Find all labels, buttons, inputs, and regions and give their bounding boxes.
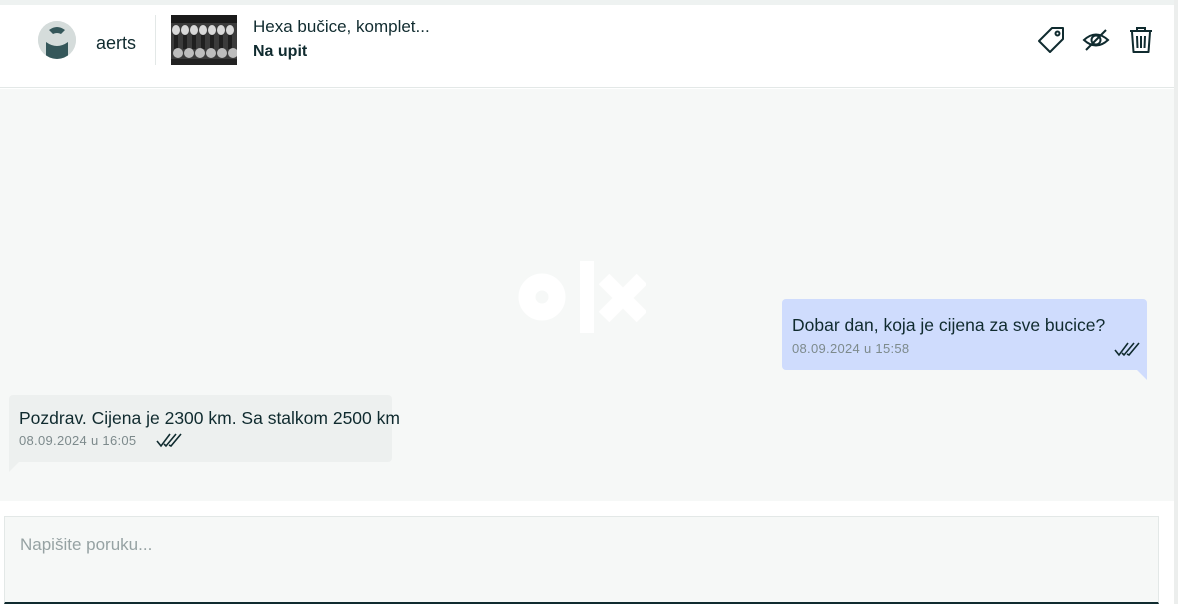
header-divider <box>155 15 156 65</box>
listing-thumbnail[interactable] <box>171 15 237 65</box>
message-bubble-outgoing: Dobar dan, koja je cijena za sve bucice?… <box>782 299 1147 380</box>
message-text: Pozdrav. Cijena je 2300 km. Sa stalkom 2… <box>19 408 400 428</box>
user-avatar[interactable] <box>38 21 76 59</box>
dumbbell-rack-photo <box>171 15 237 65</box>
username[interactable]: aerts <box>96 33 136 54</box>
trash-icon <box>1130 27 1152 53</box>
eye-off-icon <box>1082 29 1110 51</box>
olx-logo <box>518 261 646 333</box>
bubble-tail <box>1137 370 1147 380</box>
scrollbar-track[interactable] <box>1174 0 1178 604</box>
chat-header: aerts Hexa bučice, komplet... Na upit <box>0 5 1174 88</box>
listing-title[interactable]: Hexa bučice, komplet... <box>253 17 430 37</box>
listing-price: Na upit <box>253 43 308 60</box>
message-input[interactable] <box>5 517 1158 602</box>
bubble-tail <box>9 462 19 472</box>
double-check-icon <box>1114 342 1140 357</box>
message-bubble-incoming: Pozdrav. Cijena je 2300 km. Sa stalkom 2… <box>9 395 400 472</box>
message-text: Dobar dan, koja je cijena za sve bucice? <box>792 315 1106 335</box>
price-tag-icon <box>1038 27 1064 53</box>
message-composer <box>4 516 1159 604</box>
message-timestamp: 08.09.2024 u 16:05 <box>19 433 137 448</box>
message-list[interactable]: Dobar dan, koja je cijena za sve bucice?… <box>0 89 1174 501</box>
double-check-icon <box>156 433 182 448</box>
message-timestamp: 08.09.2024 u 15:58 <box>792 341 910 356</box>
avatar-placeholder-icon <box>38 21 76 59</box>
tag-button[interactable] <box>1036 25 1066 55</box>
hide-conversation-button[interactable] <box>1081 25 1111 55</box>
delete-conversation-button[interactable] <box>1126 25 1156 55</box>
